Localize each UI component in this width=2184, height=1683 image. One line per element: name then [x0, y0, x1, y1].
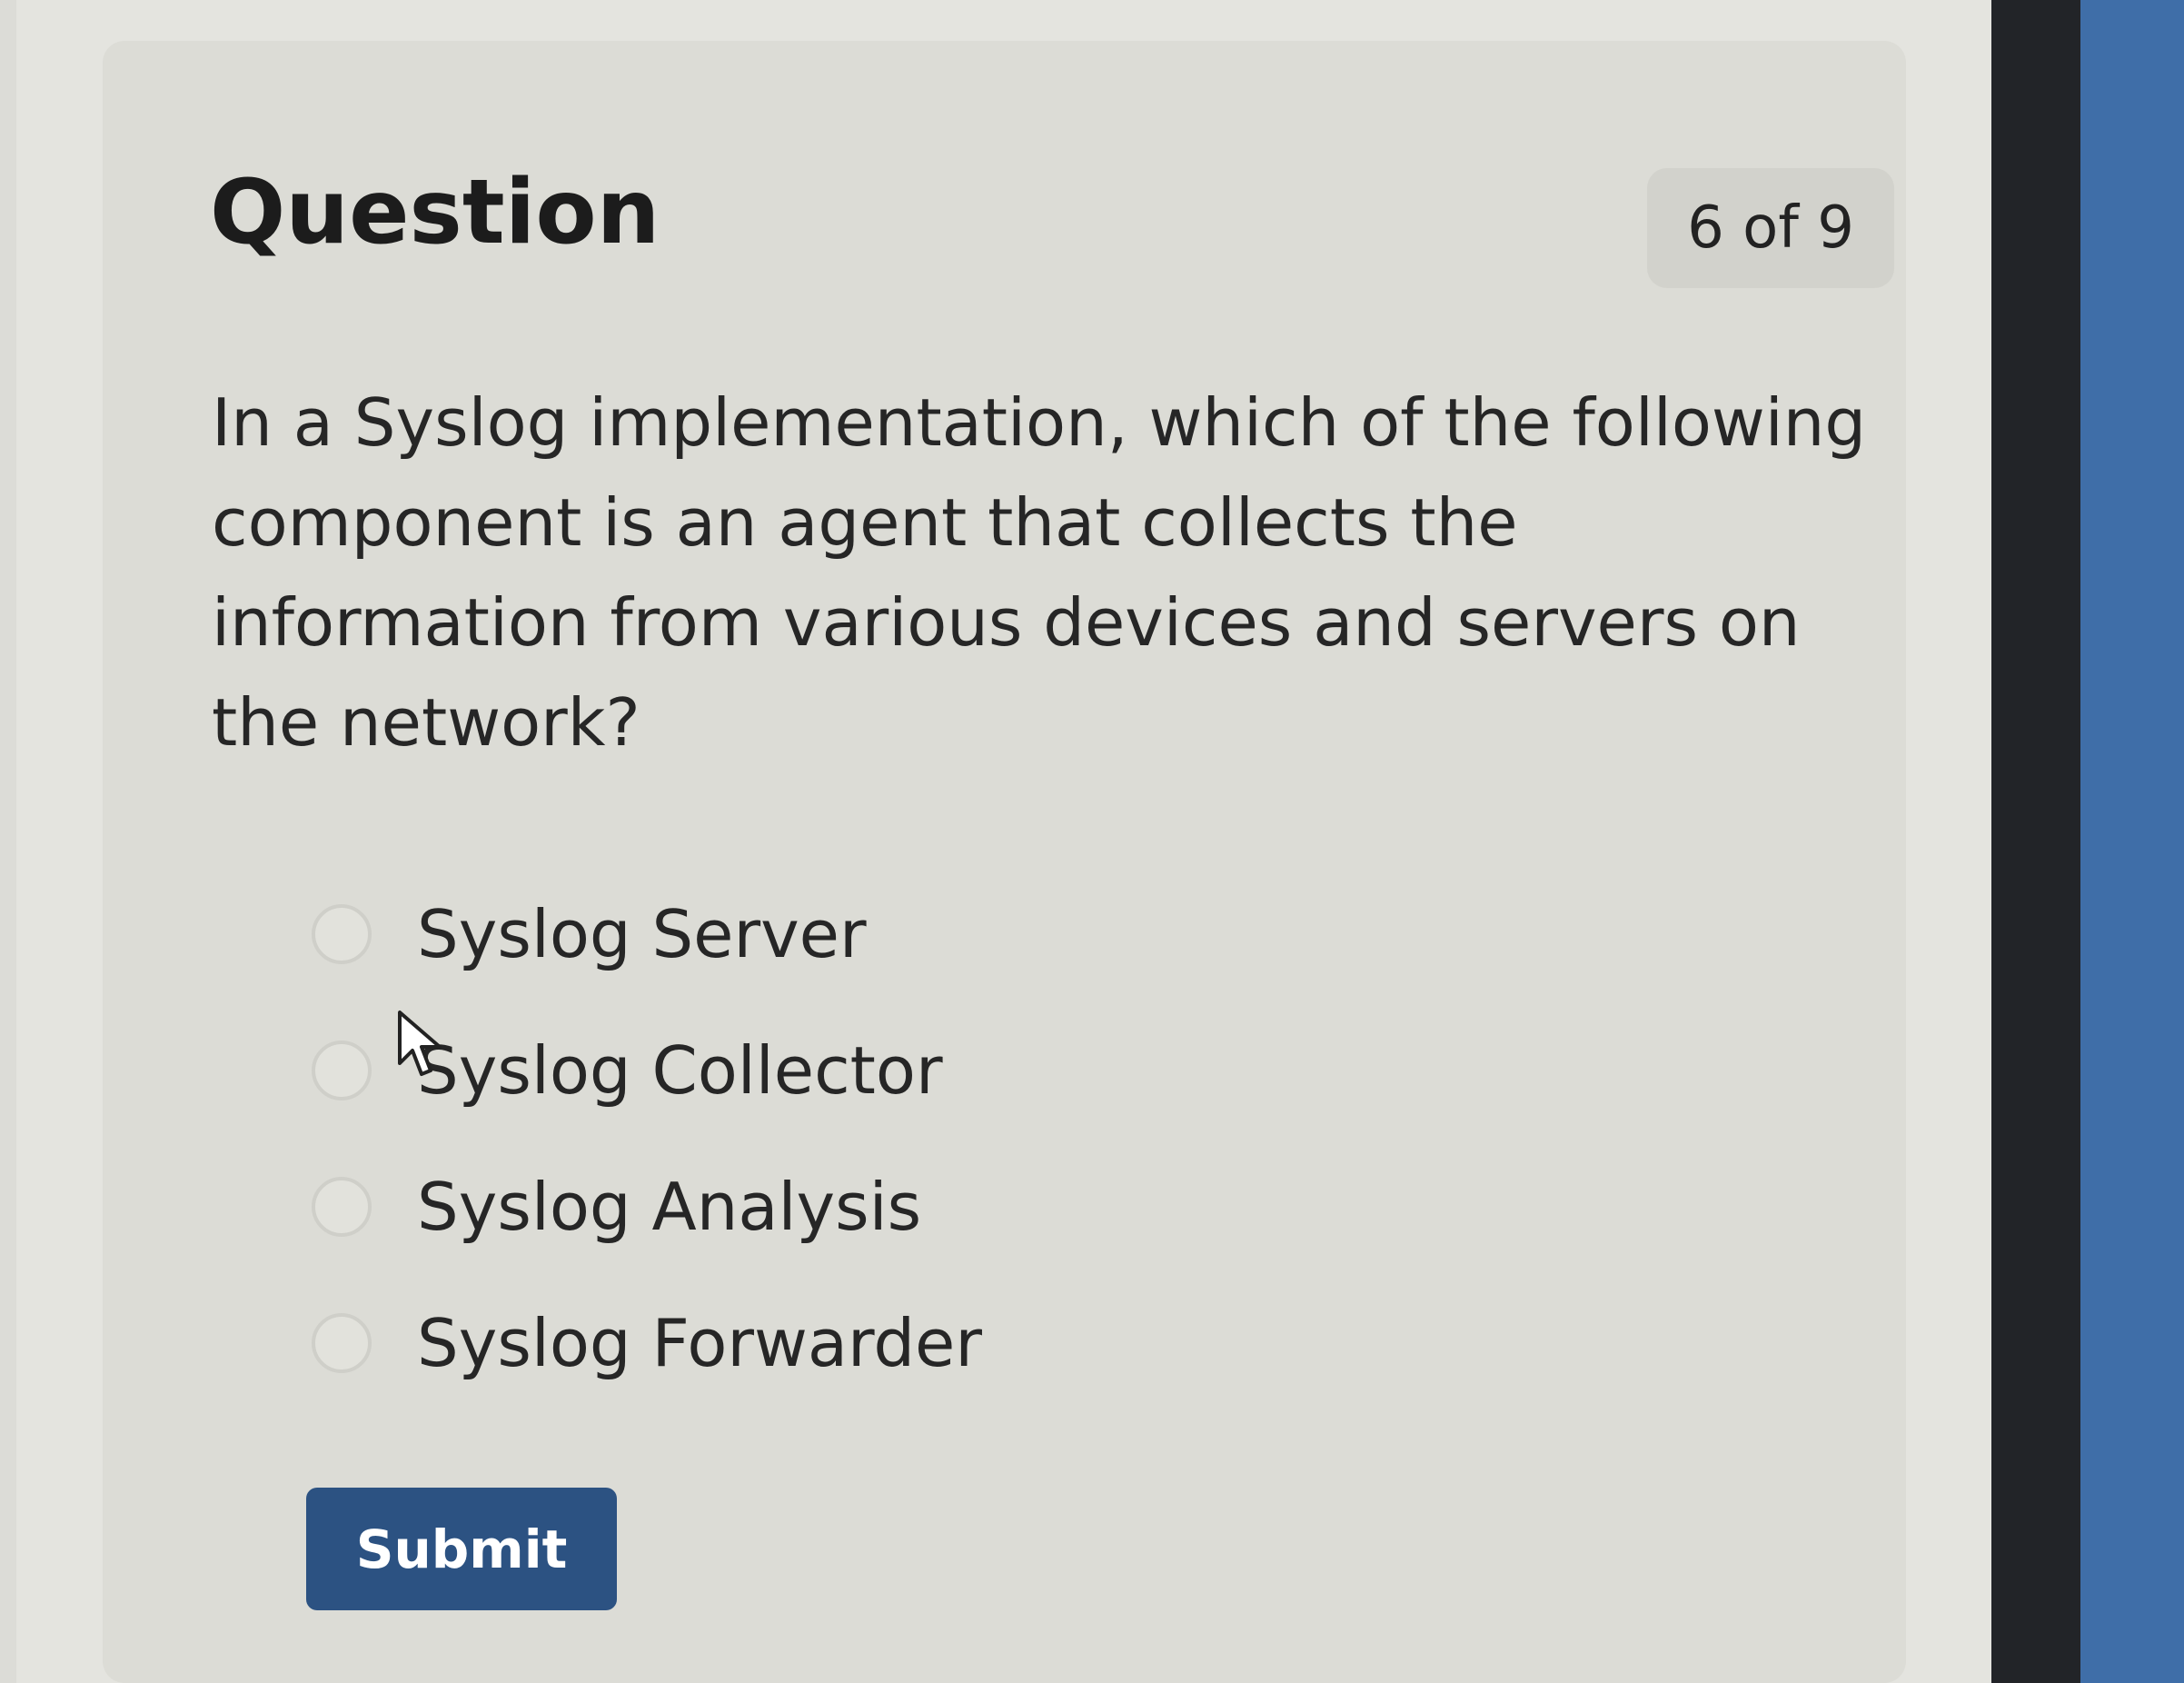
- option-syslog-server[interactable]: Syslog Server: [212, 866, 1484, 1002]
- question-title: Question: [210, 161, 660, 264]
- option-syslog-forwarder[interactable]: Syslog Forwarder: [212, 1275, 1484, 1411]
- radio-button[interactable]: [312, 904, 372, 964]
- radio-button[interactable]: [312, 1041, 372, 1100]
- answer-options: Syslog Server Syslog Collector Syslog An…: [212, 866, 1484, 1411]
- background-window: [2080, 0, 2184, 1683]
- question-progress: 6 of 9: [1647, 168, 1894, 288]
- submit-button[interactable]: Submit: [306, 1488, 617, 1610]
- screen: Question 6 of 9 In a Syslog implementati…: [16, 0, 1991, 1683]
- question-text: In a Syslog implementation, which of the…: [212, 384, 1867, 761]
- radio-button[interactable]: [312, 1177, 372, 1237]
- question-card: Question 6 of 9 In a Syslog implementati…: [103, 41, 1906, 1683]
- mouse-pointer-icon: [398, 1011, 442, 1076]
- option-label: Syslog Collector: [417, 1032, 943, 1109]
- option-label: Syslog Analysis: [417, 1169, 922, 1245]
- option-syslog-analysis[interactable]: Syslog Analysis: [212, 1139, 1484, 1275]
- radio-button[interactable]: [312, 1313, 372, 1373]
- option-label: Syslog Server: [417, 896, 867, 972]
- option-label: Syslog Forwarder: [417, 1305, 982, 1381]
